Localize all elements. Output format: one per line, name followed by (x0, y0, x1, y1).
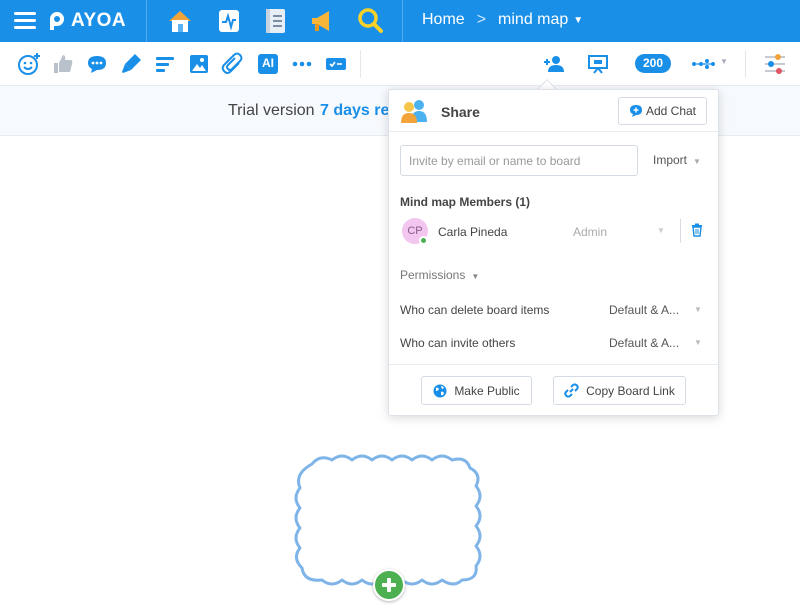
attachment-icon[interactable] (221, 52, 245, 76)
card-icon[interactable] (324, 52, 348, 76)
share-header: Share Add Chat (389, 90, 718, 132)
divider (146, 0, 147, 42)
permission-select[interactable]: Default & A... (609, 303, 704, 317)
permissions-toggle[interactable]: Permissions ▼ (400, 268, 479, 282)
counter-badge[interactable]: 200 (635, 54, 671, 73)
link-icon (564, 383, 579, 398)
invite-input[interactable] (400, 145, 638, 176)
chevron-down-icon[interactable]: ▼ (720, 57, 728, 66)
permission-label: Who can delete board items (400, 303, 550, 317)
make-public-button[interactable]: Make Public (421, 376, 532, 405)
ai-label: AI (262, 56, 274, 70)
divider (680, 219, 681, 243)
share-title: Share (441, 104, 480, 120)
hamburger-menu-icon[interactable] (14, 12, 36, 30)
copy-board-link-button[interactable]: Copy Board Link (553, 376, 686, 405)
import-dropdown[interactable]: Import ▼ (653, 153, 701, 167)
import-label: Import (653, 153, 688, 167)
home-icon[interactable] (165, 6, 195, 36)
thumbs-up-icon[interactable] (51, 52, 75, 76)
divider (402, 0, 403, 42)
permission-select[interactable]: Default & A... (609, 336, 704, 350)
chat-icon (629, 105, 642, 117)
share-popover: Share Add Chat Import ▼ Mind map Members … (388, 89, 719, 416)
trash-icon[interactable] (690, 223, 704, 237)
presentation-icon[interactable] (586, 52, 610, 76)
add-chat-button[interactable]: Add Chat (618, 97, 707, 125)
chevron-down-icon[interactable]: ▼ (657, 226, 665, 235)
online-status-dot (419, 236, 428, 245)
ayoa-logo[interactable]: AYOA (46, 9, 126, 33)
emoji-icon[interactable] (17, 52, 41, 76)
chevron-down-icon: ▼ (693, 157, 701, 166)
permission-label: Who can invite others (400, 336, 516, 350)
chevron-down-icon: ▼ (471, 272, 480, 281)
ayoa-logo-mark-icon (50, 12, 64, 30)
brand-name: AYOA (71, 10, 127, 31)
add-node-button[interactable] (373, 569, 405, 601)
share-footer: Make Public Copy Board Link (389, 364, 718, 416)
activity-icon[interactable] (214, 6, 244, 36)
breadcrumb-separator: > (476, 11, 487, 28)
trial-days-remaining[interactable]: 7 days re (320, 102, 389, 120)
search-icon[interactable] (355, 6, 385, 36)
make-public-label: Make Public (454, 383, 520, 398)
people-icon (401, 100, 427, 123)
ai-icon[interactable]: AI (256, 52, 280, 76)
globe-icon (433, 384, 447, 397)
chevron-down-icon[interactable]: ▼ (573, 15, 583, 26)
megaphone-icon[interactable] (307, 6, 337, 36)
toolbar-divider (360, 50, 361, 78)
image-icon[interactable] (187, 52, 211, 76)
pen-icon[interactable] (119, 52, 143, 76)
breadcrumb-home[interactable]: Home (422, 11, 465, 29)
copy-board-link-label: Copy Board Link (586, 383, 675, 398)
member-name: Carla Pineda (438, 225, 508, 239)
text-align-icon[interactable] (153, 52, 177, 76)
board-toolbar: AI 200 ▼ (0, 42, 800, 86)
breadcrumb: Home > mind map ▼ (422, 11, 583, 29)
members-title: Mind map Members (1) (400, 195, 531, 209)
permissions-label: Permissions (400, 268, 466, 282)
chevron-down-icon[interactable]: ▼ (694, 338, 702, 347)
breadcrumb-current[interactable]: mind map (498, 11, 568, 29)
comment-icon[interactable] (85, 52, 109, 76)
toolbar-divider (745, 50, 746, 78)
settings-sliders-icon[interactable] (763, 52, 787, 76)
trial-text: Trial version (228, 102, 315, 119)
add-user-icon[interactable] (542, 52, 566, 76)
member-role-select[interactable]: Admin (573, 225, 607, 239)
top-bar: AYOA Home > mind map ▼ (0, 0, 800, 42)
more-icon[interactable] (290, 52, 314, 76)
layout-icon[interactable] (691, 52, 715, 76)
add-chat-label: Add Chat (645, 104, 697, 118)
notebook-icon[interactable] (260, 6, 290, 36)
chevron-down-icon[interactable]: ▼ (694, 305, 702, 314)
